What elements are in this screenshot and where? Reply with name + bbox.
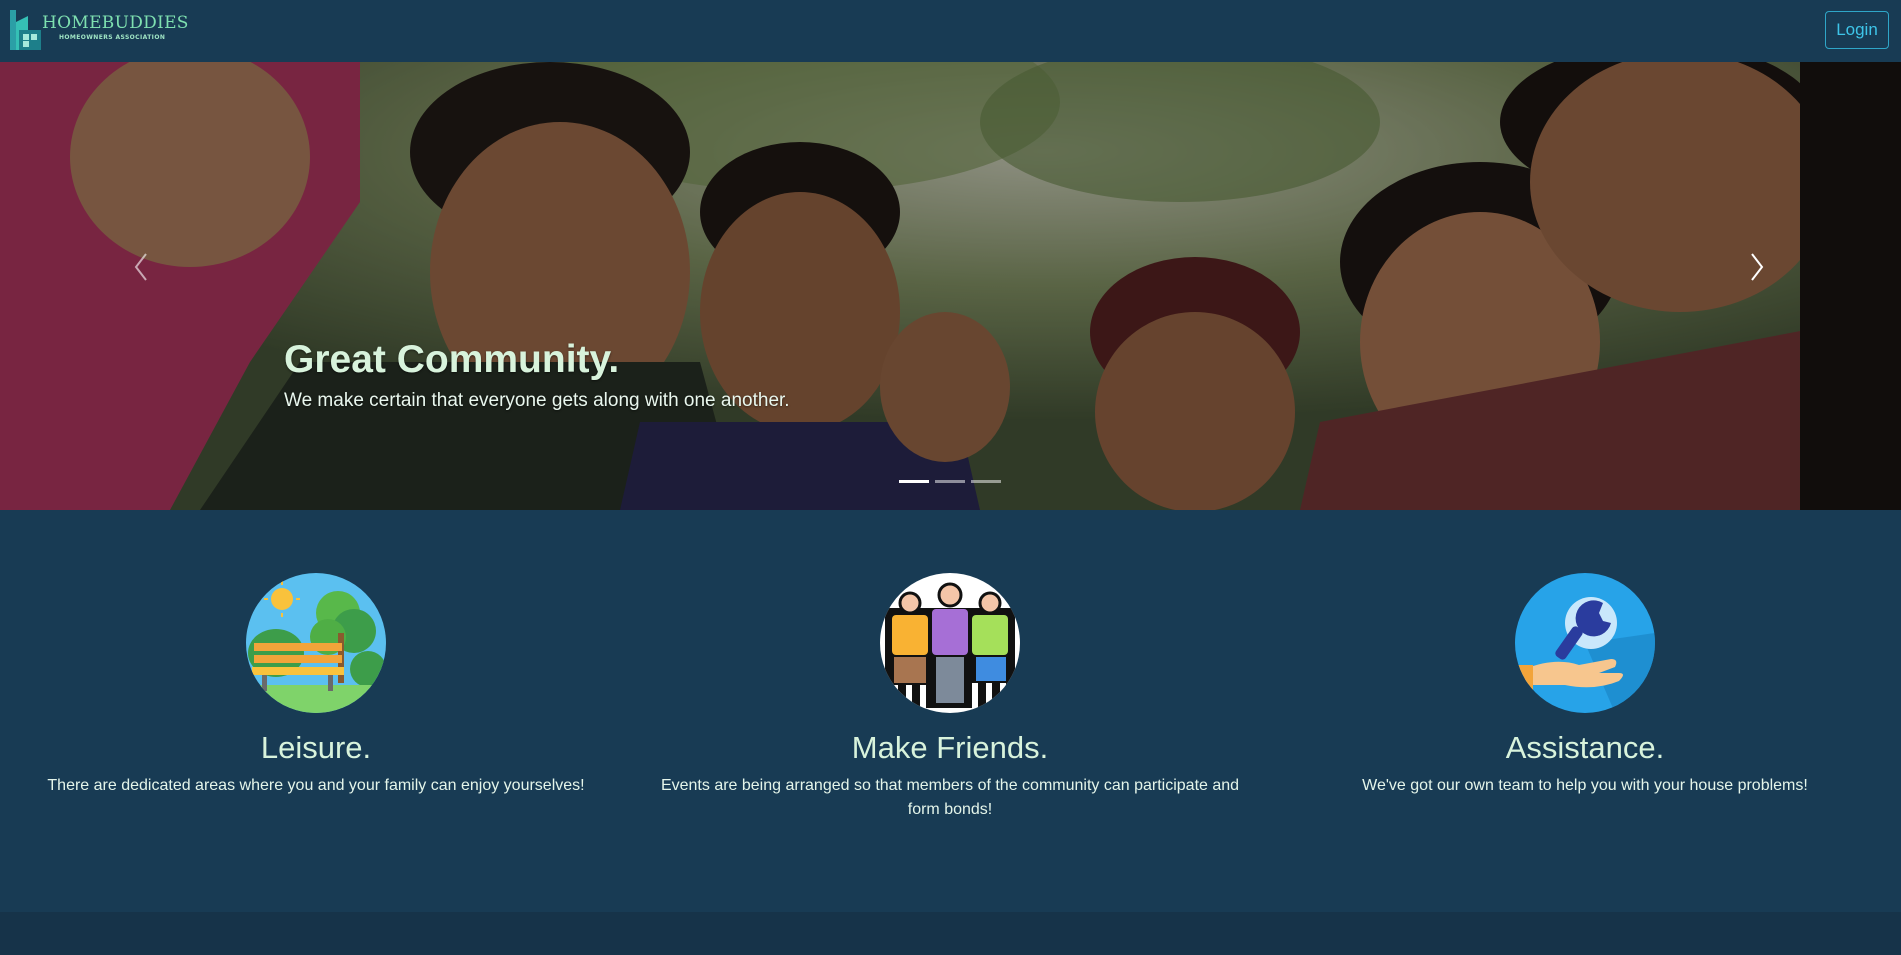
carousel-prev-button[interactable] bbox=[122, 232, 162, 302]
caption-title: Great Community. bbox=[284, 338, 620, 381]
login-button[interactable]: Login bbox=[1825, 11, 1889, 49]
feature-text: Events are being arranged so that member… bbox=[650, 774, 1250, 822]
feature-title: Assistance. bbox=[1505, 730, 1665, 765]
chevron-left-icon bbox=[134, 253, 147, 281]
feature-text: We've got our own team to help you with … bbox=[1362, 777, 1808, 794]
hero-carousel: Great Community. We make certain that ev… bbox=[0, 62, 1901, 510]
carousel-next-button[interactable] bbox=[1738, 232, 1778, 302]
community-photo bbox=[0, 62, 1901, 510]
feature-text-line: form bonds! bbox=[907, 801, 993, 818]
features-section: Leisure. There are dedicated areas where… bbox=[0, 510, 1901, 912]
feature-leisure: Leisure. There are dedicated areas where… bbox=[26, 573, 606, 798]
navbar: HOMEBUDDIES HOMEOWNERS ASSOCIATION Login bbox=[0, 0, 1901, 62]
friends-group-icon bbox=[880, 573, 1020, 713]
carousel-indicator-3[interactable] bbox=[971, 480, 1001, 483]
house-logo-icon bbox=[10, 10, 41, 50]
caption-text: We make certain that everyone gets along… bbox=[284, 390, 790, 411]
feature-text: There are dedicated areas where you and … bbox=[47, 777, 585, 794]
wrench-hand-icon bbox=[1515, 573, 1655, 713]
brand-name: HOMEBUDDIES bbox=[42, 12, 189, 33]
feature-assistance: Assistance. We've got our own team to he… bbox=[1300, 573, 1870, 798]
brand[interactable]: HOMEBUDDIES HOMEOWNERS ASSOCIATION bbox=[10, 8, 189, 52]
footer-band bbox=[0, 912, 1901, 955]
chevron-right-icon bbox=[1751, 253, 1764, 281]
carousel-indicators bbox=[899, 480, 1001, 483]
feature-text-line: Events are being arranged so that member… bbox=[660, 777, 1240, 794]
feature-title: Make Friends. bbox=[851, 730, 1049, 765]
carousel-indicator-2[interactable] bbox=[935, 480, 965, 483]
park-bench-icon bbox=[246, 573, 386, 713]
carousel-caption: Great Community. We make certain that ev… bbox=[284, 338, 790, 412]
brand-subtitle: HOMEOWNERS ASSOCIATION bbox=[59, 33, 166, 41]
feature-title: Leisure. bbox=[260, 730, 372, 765]
carousel-indicator-1[interactable] bbox=[899, 480, 929, 483]
feature-make-friends: Make Friends. Events are being arranged … bbox=[650, 573, 1250, 822]
